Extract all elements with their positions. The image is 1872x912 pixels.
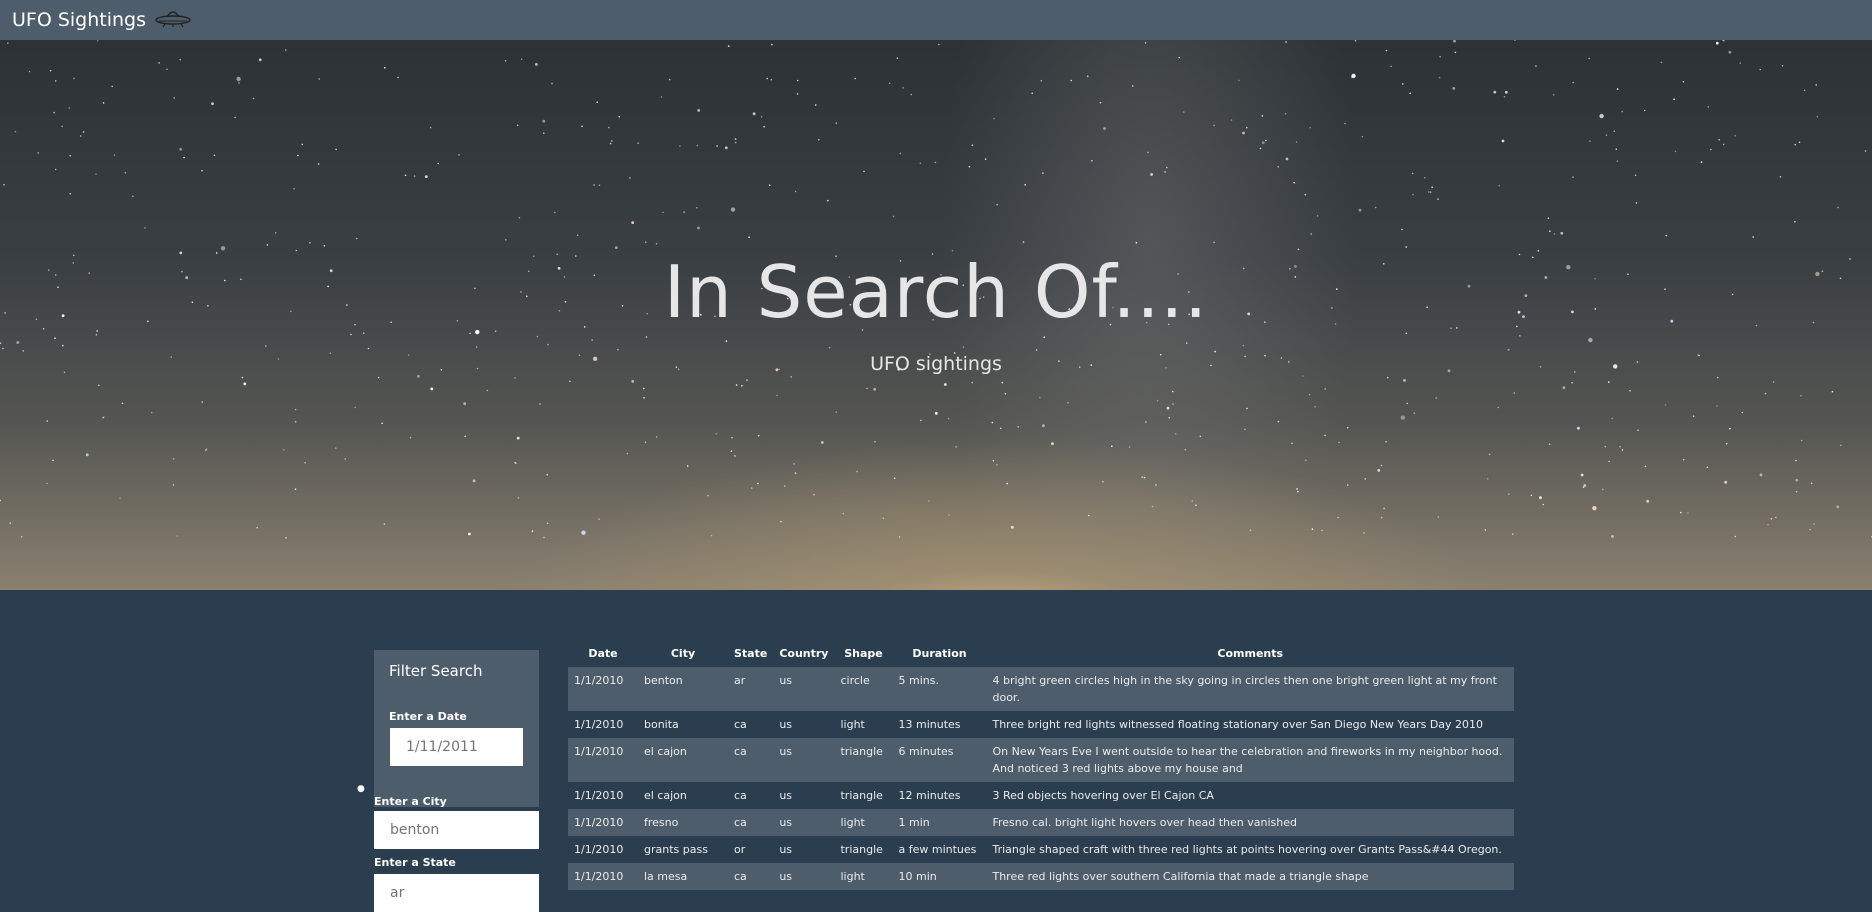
cell-state: ca — [728, 809, 774, 836]
cell-city: el cajon — [638, 782, 728, 809]
cell-shape: triangle — [834, 836, 893, 863]
cell-country: us — [773, 863, 835, 890]
cell-country: us — [773, 711, 835, 738]
table-row: 1/1/2010 bonita ca us light 13 minutes T… — [568, 711, 1514, 738]
table-row: 1/1/2010 la mesa ca us light 10 min Thre… — [568, 863, 1514, 890]
header-date[interactable]: Date — [568, 640, 638, 667]
cell-comments: 3 Red objects hovering over El Cajon CA — [986, 782, 1514, 809]
cell-duration: a few mintues — [892, 836, 987, 863]
cell-country: us — [773, 738, 835, 782]
table-header-row: Date City State Country Shape Duration C… — [568, 640, 1514, 667]
cell-country: us — [773, 782, 835, 809]
sightings-table: Date City State Country Shape Duration C… — [568, 640, 1514, 890]
table-row: 1/1/2010 grants pass or us triangle a fe… — [568, 836, 1514, 863]
cell-state: ca — [728, 738, 774, 782]
cell-city: el cajon — [638, 738, 728, 782]
list-bullet-icon: ● — [357, 784, 365, 794]
cell-comments: On New Years Eve I went outside to hear … — [986, 738, 1514, 782]
hero-banner: In Search Of.... UFO sightings — [0, 40, 1872, 590]
state-label: Enter a State — [374, 856, 456, 869]
header-state[interactable]: State — [728, 640, 773, 667]
cell-shape: triangle — [834, 738, 893, 782]
cell-date: 1/1/2010 — [568, 863, 638, 890]
cell-date: 1/1/2010 — [568, 836, 638, 863]
cell-date: 1/1/2010 — [568, 738, 638, 782]
hero-title: In Search Of.... — [663, 250, 1209, 334]
hero-subtitle: UFO sightings — [870, 353, 1002, 375]
header-country[interactable]: Country — [773, 640, 834, 667]
cell-duration: 6 minutes — [892, 738, 987, 782]
brand-link[interactable]: UFO Sightings — [12, 7, 192, 34]
cell-comments: Fresno cal. bright light hovers over hea… — [986, 809, 1514, 836]
cell-country: us — [773, 667, 835, 711]
table-row: 1/1/2010 el cajon ca us triangle 12 minu… — [568, 782, 1514, 809]
table-row: 1/1/2010 fresno ca us light 1 min Fresno… — [568, 809, 1514, 836]
brand-title: UFO Sightings — [12, 9, 147, 31]
cell-state: ca — [728, 863, 774, 890]
cell-city: fresno — [638, 809, 728, 836]
date-filter-group: Enter a Date — [374, 692, 539, 807]
cell-shape: light — [834, 809, 893, 836]
cell-country: us — [773, 809, 835, 836]
cell-city: benton — [638, 667, 728, 711]
date-label: Enter a Date — [389, 710, 467, 723]
filter-panel: Filter Search Enter a Date Enter a City … — [374, 650, 539, 912]
cell-shape: circle — [834, 667, 893, 711]
cell-shape: light — [834, 711, 893, 738]
cell-state: or — [728, 836, 774, 863]
ufo-icon — [154, 7, 192, 34]
header-duration[interactable]: Duration — [892, 640, 986, 667]
cell-shape: triangle — [834, 782, 893, 809]
cell-country: us — [773, 836, 835, 863]
cell-city: grants pass — [638, 836, 728, 863]
cell-duration: 12 minutes — [892, 782, 987, 809]
cell-duration: 5 mins. — [892, 667, 987, 711]
cell-comments: Three bright red lights witnessed floati… — [986, 711, 1514, 738]
date-input[interactable] — [390, 728, 523, 766]
cell-duration: 1 min — [892, 809, 987, 836]
navbar: UFO Sightings — [0, 0, 1872, 40]
cell-date: 1/1/2010 — [568, 667, 638, 711]
cell-state: ar — [728, 667, 774, 711]
cell-city: bonita — [638, 711, 728, 738]
cell-duration: 10 min — [892, 863, 987, 890]
cell-city: la mesa — [638, 863, 728, 890]
state-input[interactable] — [374, 874, 539, 912]
cell-comments: 4 bright green circles high in the sky g… — [986, 667, 1514, 711]
header-comments[interactable]: Comments — [986, 640, 1514, 667]
cell-duration: 13 minutes — [892, 711, 987, 738]
cell-state: ca — [728, 711, 774, 738]
cell-date: 1/1/2010 — [568, 711, 638, 738]
city-input[interactable] — [374, 811, 539, 849]
city-label: Enter a City — [374, 795, 447, 808]
cell-comments: Triangle shaped craft with three red lig… — [986, 836, 1514, 863]
header-shape[interactable]: Shape — [834, 640, 892, 667]
cell-state: ca — [728, 782, 774, 809]
filter-heading: Filter Search — [374, 650, 539, 692]
cell-date: 1/1/2010 — [568, 809, 638, 836]
cell-date: 1/1/2010 — [568, 782, 638, 809]
table-row: 1/1/2010 el cajon ca us triangle 6 minut… — [568, 738, 1514, 782]
cell-shape: light — [834, 863, 893, 890]
cell-comments: Three red lights over southern Californi… — [986, 863, 1514, 890]
table-row: 1/1/2010 benton ar us circle 5 mins. 4 b… — [568, 667, 1514, 711]
header-city[interactable]: City — [638, 640, 728, 667]
